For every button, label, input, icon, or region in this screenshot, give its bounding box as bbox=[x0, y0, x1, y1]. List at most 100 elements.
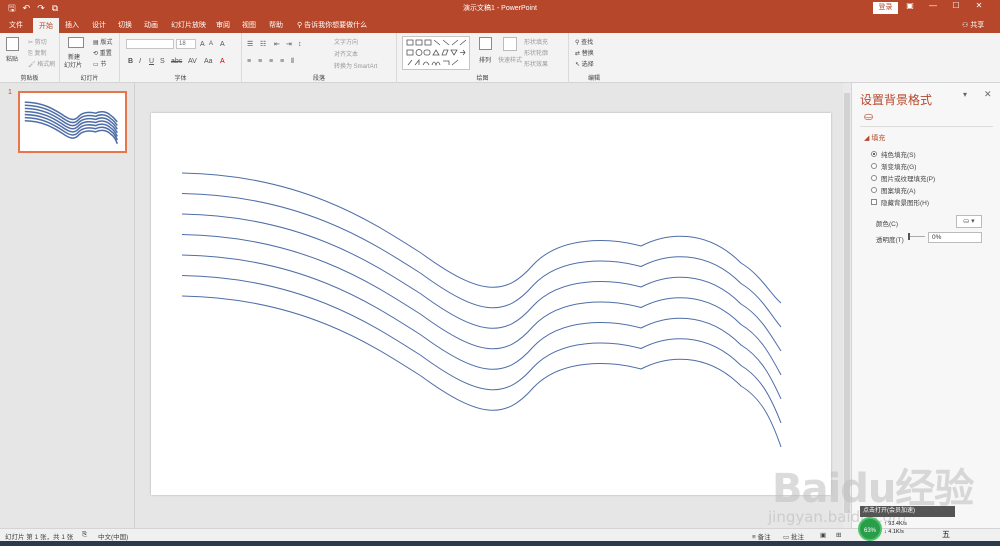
underline-icon[interactable]: U bbox=[149, 57, 154, 66]
maximize-icon[interactable]: ☐ bbox=[951, 1, 961, 10]
char-spacing-icon[interactable]: AV bbox=[188, 57, 197, 66]
wave-line[interactable] bbox=[181, 234, 782, 376]
minimize-icon[interactable]: — bbox=[928, 1, 938, 10]
ime-indicator[interactable]: 五 bbox=[942, 529, 950, 540]
radio[interactable] bbox=[871, 187, 877, 193]
cut-button[interactable]: ✂ 剪切 bbox=[28, 37, 47, 46]
tab-help[interactable]: 帮助 bbox=[269, 20, 283, 30]
arrange-button[interactable]: 排列 bbox=[479, 55, 491, 64]
ribbon-display-icon[interactable]: ▣ bbox=[905, 1, 915, 10]
spellcheck-icon[interactable]: ⎘ bbox=[82, 531, 87, 539]
checkbox[interactable] bbox=[871, 199, 877, 205]
chevron-down-icon[interactable]: ▾ bbox=[963, 90, 967, 99]
tab-transitions[interactable]: 切换 bbox=[118, 20, 132, 30]
font-size-box[interactable]: 18 bbox=[176, 39, 196, 49]
change-case-icon[interactable]: Aa bbox=[204, 57, 213, 66]
slide-number: 1 bbox=[8, 89, 12, 96]
layout-button[interactable]: ▤ 版式 bbox=[93, 37, 112, 46]
quick-styles-icon[interactable] bbox=[503, 37, 517, 51]
tab-insert[interactable]: 插入 bbox=[65, 20, 79, 30]
network-gauge[interactable]: 63% bbox=[858, 517, 882, 541]
fill-bucket-icon[interactable]: ⛀ bbox=[864, 110, 873, 123]
slider-knob[interactable] bbox=[908, 233, 910, 240]
italic-icon[interactable]: I bbox=[139, 57, 141, 66]
line-spacing-icon[interactable]: ↕ bbox=[298, 40, 302, 49]
slide-thumbnail[interactable] bbox=[18, 91, 127, 153]
font-color-icon[interactable]: A bbox=[220, 57, 225, 66]
columns-icon[interactable]: ⫴ bbox=[291, 57, 294, 66]
share-button[interactable]: ⚇ 共享 bbox=[962, 20, 984, 30]
wave-lines-drawing[interactable] bbox=[151, 113, 831, 495]
tab-review[interactable]: 审阅 bbox=[216, 20, 230, 30]
wave-line[interactable] bbox=[181, 275, 782, 424]
transparency-input[interactable]: 0% bbox=[928, 232, 982, 243]
close-icon[interactable]: ✕ bbox=[984, 89, 992, 100]
wave-line[interactable] bbox=[181, 172, 782, 304]
shrink-font-icon[interactable]: A bbox=[209, 40, 213, 49]
ribbon: 粘贴 ✂ 剪切 ⎘ 复制 🖌 格式刷 剪贴板 新建 幻灯片 ▤ 版式 ⟲ 重置 … bbox=[0, 33, 1000, 83]
tab-view[interactable]: 视图 bbox=[242, 20, 256, 30]
align-right-icon[interactable]: ≡ bbox=[269, 57, 273, 66]
transparency-slider[interactable] bbox=[908, 233, 925, 240]
wave-line[interactable] bbox=[181, 213, 782, 352]
color-picker-button[interactable]: ⛀ ▾ bbox=[956, 215, 982, 228]
comments-label: 批注 bbox=[790, 534, 804, 541]
align-text-button[interactable]: 对齐文本 bbox=[334, 49, 358, 58]
tell-me-box[interactable]: ⚲ 告诉我你想要做什么 bbox=[297, 20, 367, 30]
align-center-icon[interactable]: ≡ bbox=[258, 57, 262, 66]
shape-outline-button[interactable]: 形状轮廓 bbox=[524, 48, 548, 57]
tab-design[interactable]: 设计 bbox=[92, 20, 106, 30]
convert-smartart-button[interactable]: 转换为 SmartArt bbox=[334, 61, 377, 70]
bullets-icon[interactable]: ☰ bbox=[247, 40, 253, 49]
thumbnail-waves bbox=[24, 101, 119, 144]
fill-section-header[interactable]: ◢ 填充 bbox=[864, 133, 885, 143]
replace-button[interactable]: ⇄ 替换 bbox=[575, 48, 594, 57]
replace-label: 替换 bbox=[581, 51, 594, 57]
slides-group-label: 幻灯片 bbox=[80, 76, 99, 82]
tab-animations[interactable]: 动画 bbox=[144, 20, 158, 30]
tab-file[interactable]: 文件 bbox=[9, 20, 23, 30]
transparency-label: 透明度(T) bbox=[876, 237, 904, 244]
shadow-icon[interactable]: S bbox=[160, 57, 165, 66]
hide-background-option[interactable]: 隐藏背景图形(H) bbox=[871, 197, 929, 207]
tab-slideshow[interactable]: 幻灯片放映 bbox=[171, 20, 206, 30]
justify-icon[interactable]: ≡ bbox=[280, 57, 284, 66]
gradient-fill-option[interactable]: 渐变填充(G) bbox=[871, 161, 916, 171]
reset-button[interactable]: ⟲ 重置 bbox=[93, 48, 112, 57]
radio-selected[interactable] bbox=[871, 151, 877, 157]
numbering-icon[interactable]: ☷ bbox=[260, 40, 266, 49]
align-left-icon[interactable]: ≡ bbox=[247, 57, 251, 66]
new-slide-icon[interactable] bbox=[68, 37, 84, 48]
quick-styles-button[interactable]: 快速样式 bbox=[498, 55, 522, 64]
grow-font-icon[interactable]: A bbox=[200, 40, 205, 49]
paste-button[interactable]: 粘贴 bbox=[6, 54, 18, 63]
pattern-fill-option[interactable]: 图案填充(A) bbox=[871, 185, 916, 195]
color-label: 颜色(C) bbox=[876, 221, 899, 228]
increase-indent-icon[interactable]: ⇥ bbox=[286, 40, 292, 49]
shape-effects-button[interactable]: 形状效果 bbox=[524, 59, 548, 68]
format-painter-button[interactable]: 🖌 格式刷 bbox=[28, 59, 55, 68]
copy-button[interactable]: ⎘ 复制 bbox=[28, 48, 46, 58]
language-indicator[interactable]: 中文(中国) bbox=[98, 531, 128, 541]
decrease-indent-icon[interactable]: ⇤ bbox=[274, 40, 280, 49]
text-direction-button[interactable]: 文字方向 bbox=[334, 37, 358, 46]
bold-icon[interactable]: B bbox=[128, 57, 133, 66]
close-icon[interactable]: ✕ bbox=[974, 1, 984, 10]
tab-home[interactable]: 开始 bbox=[33, 18, 59, 33]
strikethrough-icon[interactable]: abc bbox=[171, 57, 182, 66]
radio[interactable] bbox=[871, 163, 877, 169]
find-button[interactable]: ⚲ 查找 bbox=[575, 37, 593, 46]
solid-fill-option[interactable]: 纯色填充(S) bbox=[871, 149, 916, 159]
slide-canvas[interactable] bbox=[151, 113, 831, 495]
shapes-gallery[interactable] bbox=[402, 36, 470, 70]
shape-fill-button[interactable]: 形状填充 bbox=[524, 37, 548, 46]
section-button[interactable]: ▭ 节 bbox=[93, 59, 106, 68]
clear-format-icon[interactable]: A bbox=[220, 40, 225, 49]
paste-icon[interactable] bbox=[6, 37, 19, 51]
radio[interactable] bbox=[871, 175, 877, 181]
font-name-box[interactable] bbox=[126, 39, 174, 49]
arrange-icon[interactable] bbox=[479, 37, 492, 50]
picture-fill-option[interactable]: 图片或纹理填充(P) bbox=[871, 173, 935, 183]
select-button[interactable]: ↖ 选择 bbox=[575, 59, 594, 68]
login-button[interactable]: 登录 bbox=[873, 2, 898, 14]
